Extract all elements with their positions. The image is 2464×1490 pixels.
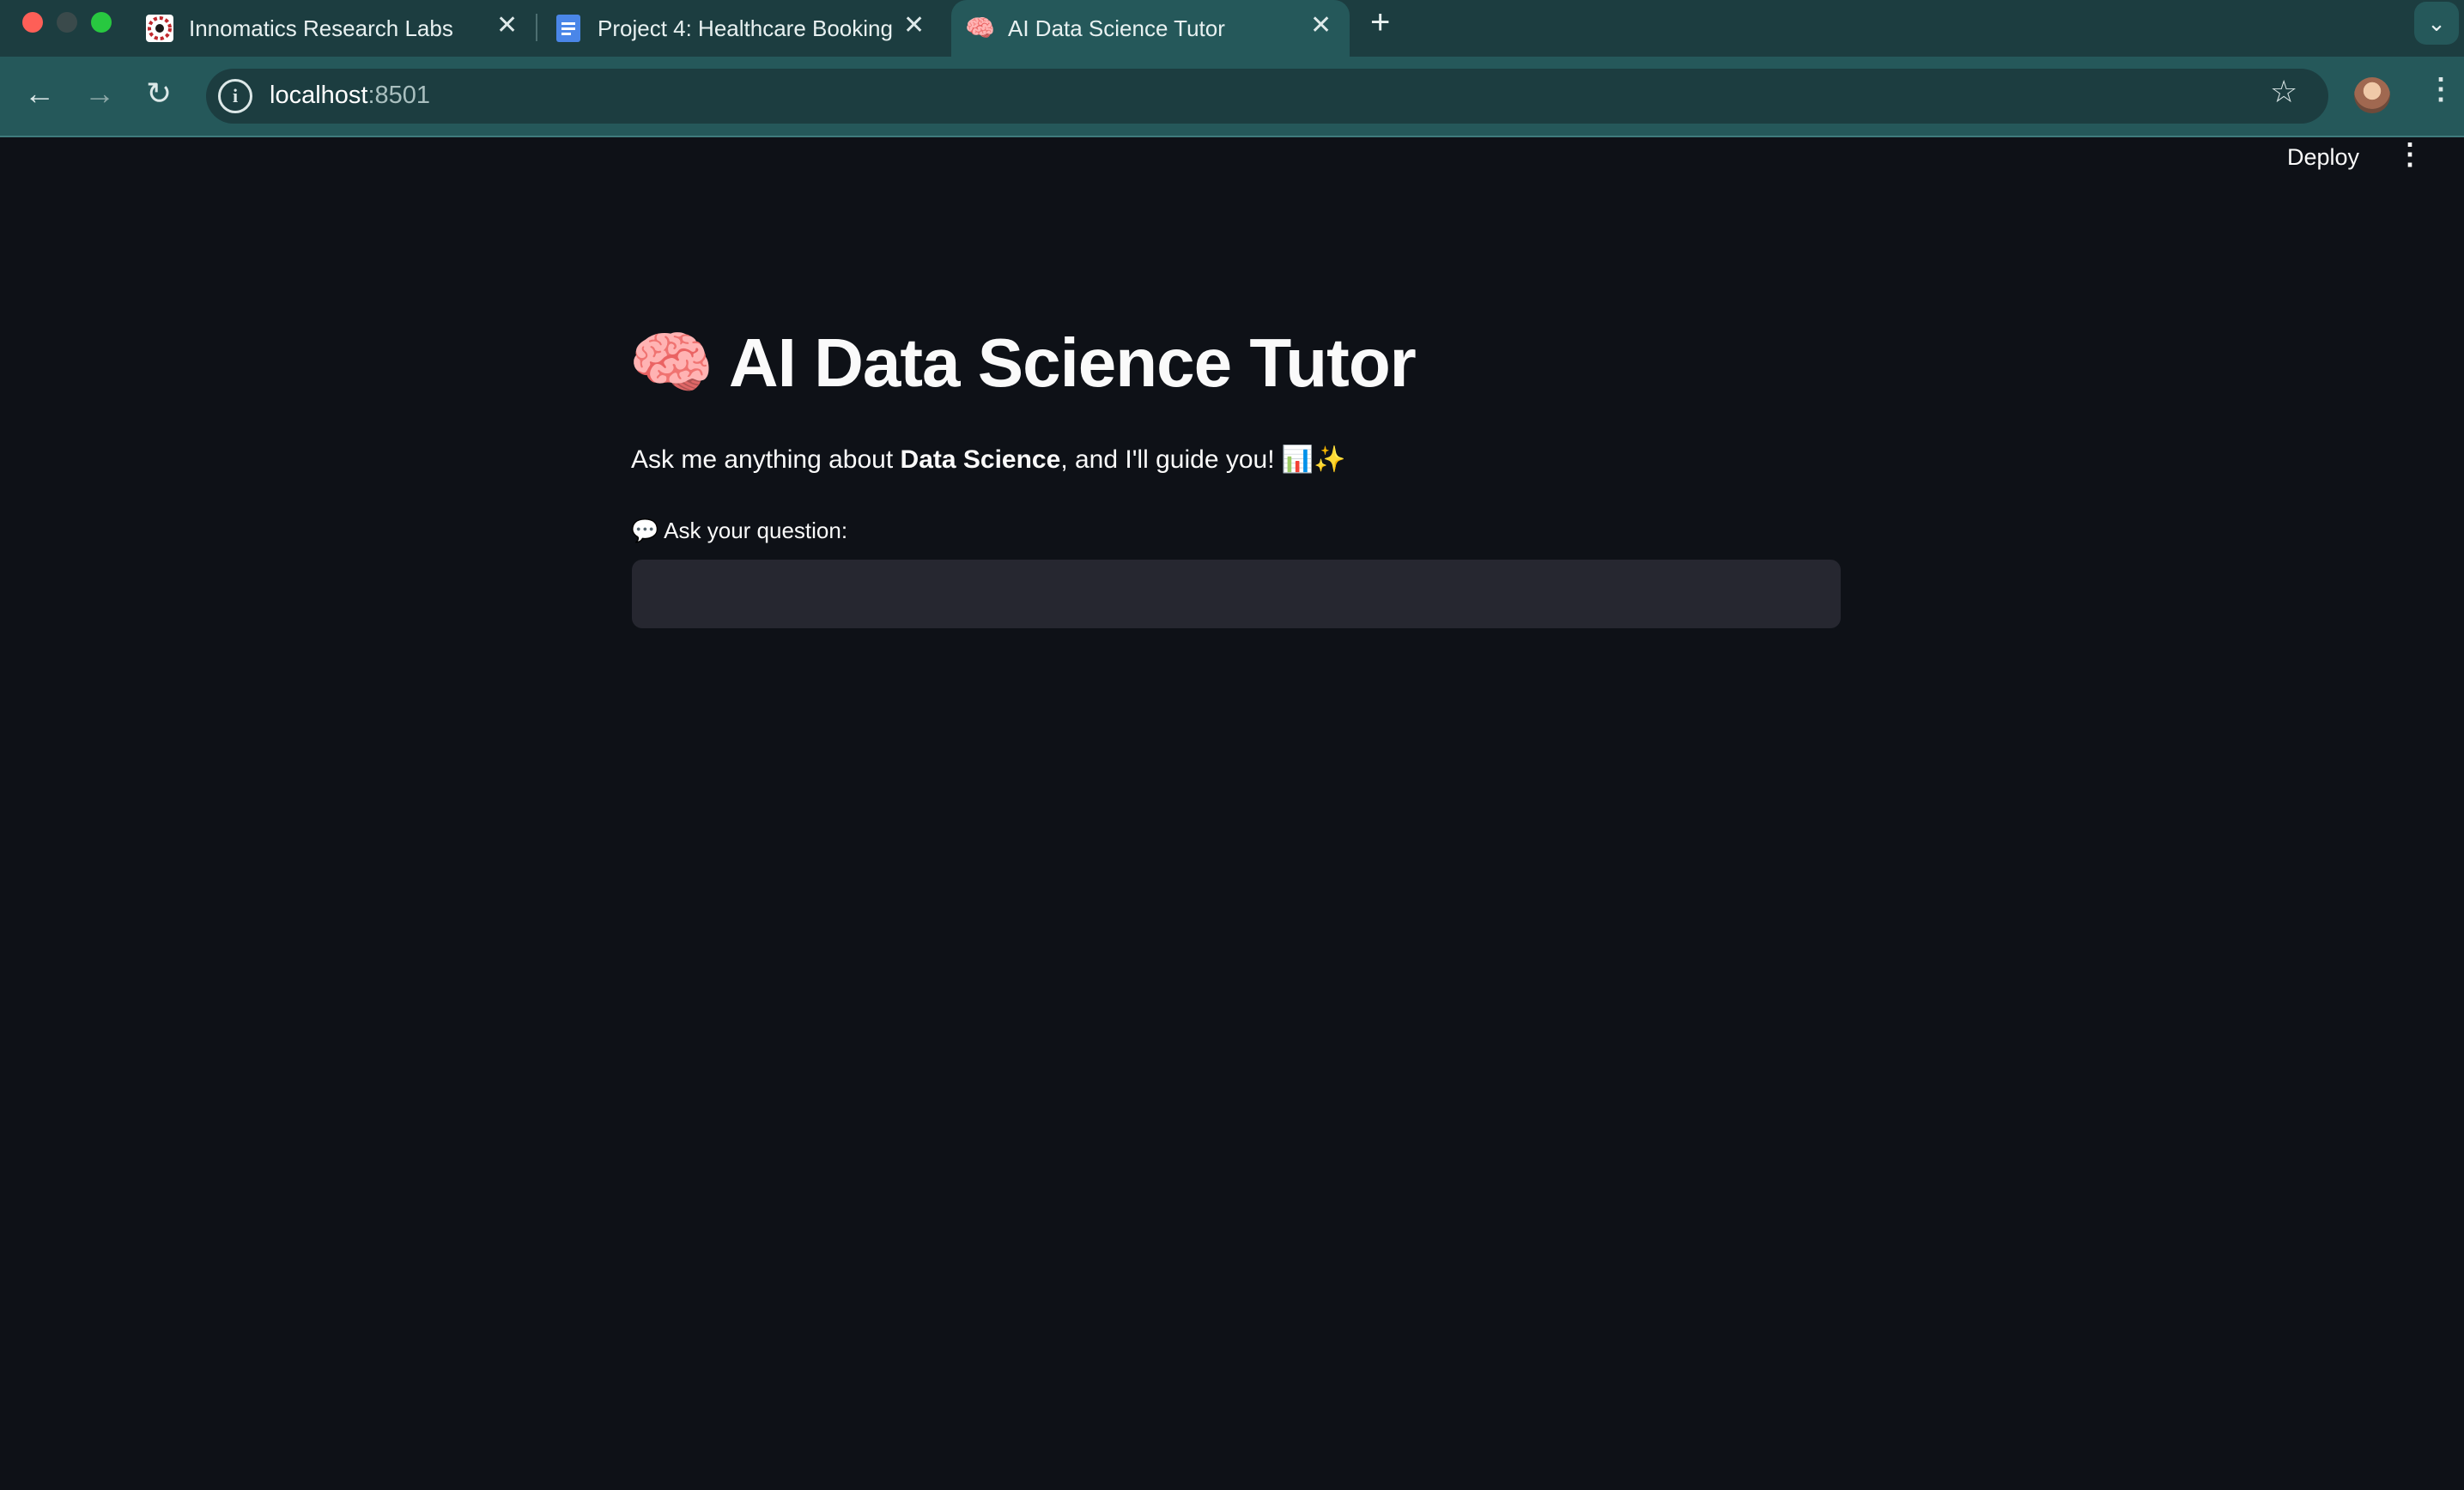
tab-label: Project 4: Healthcare Booking [598,15,893,41]
tab-ai-data-science-tutor[interactable]: 🧠 AI Data Science Tutor ✕ [951,0,1350,57]
deploy-button[interactable]: Deploy [2287,144,2359,171]
brain-icon: 🧠 [628,324,714,401]
tab-search-chevron-icon[interactable]: ⌄ [2414,2,2459,45]
site-info-icon[interactable]: i [218,79,252,113]
tab-divider [536,14,537,41]
app-main-menu-icon[interactable]: ⋮ [2395,137,2425,172]
window-minimize-button[interactable] [57,12,77,33]
address-bar[interactable]: i localhost:8501 [206,69,2328,124]
innomatics-logo-icon [146,15,173,42]
close-tab-icon[interactable]: ✕ [1310,10,1332,40]
browser-menu-icon[interactable]: ⋮ [2426,72,2455,106]
browser-toolbar: ← → ↻ i localhost:8501 ☆ ⋮ [0,57,2464,137]
new-tab-plus-icon[interactable]: + [1370,3,1390,42]
question-label: 💬 Ask your question: [631,518,848,543]
page-title-text: AI Data Science Tutor [728,324,1417,401]
close-tab-icon[interactable]: ✕ [903,10,925,40]
google-docs-icon [556,15,580,42]
tab-label: Innomatics Research Labs [189,15,453,41]
back-arrow-icon[interactable]: ← [24,76,55,112]
window-zoom-button[interactable] [91,12,112,33]
brain-icon: 🧠 [965,15,995,41]
reload-icon[interactable]: ↻ [146,76,172,112]
window-close-button[interactable] [22,12,43,33]
profile-avatar[interactable] [2354,77,2390,113]
tab-label: AI Data Science Tutor [1008,15,1225,41]
forward-arrow-icon[interactable]: → [84,76,115,112]
browser-tab-strip: Innomatics Research Labs ✕ Project 4: He… [0,0,2464,57]
url-text[interactable]: localhost:8501 [270,82,430,110]
close-tab-icon[interactable]: ✕ [496,10,518,40]
page-subtitle: Ask me anything about Data Science, and … [631,445,1346,474]
tab-innomatics[interactable]: Innomatics Research Labs ✕ [146,0,524,57]
tab-project-4[interactable]: Project 4: Healthcare Booking ✕ [555,0,925,57]
question-input[interactable] [632,560,1841,628]
page-title: 🧠 AI Data Science Tutor [628,323,1417,403]
bookmark-star-icon[interactable]: ☆ [2270,74,2297,110]
